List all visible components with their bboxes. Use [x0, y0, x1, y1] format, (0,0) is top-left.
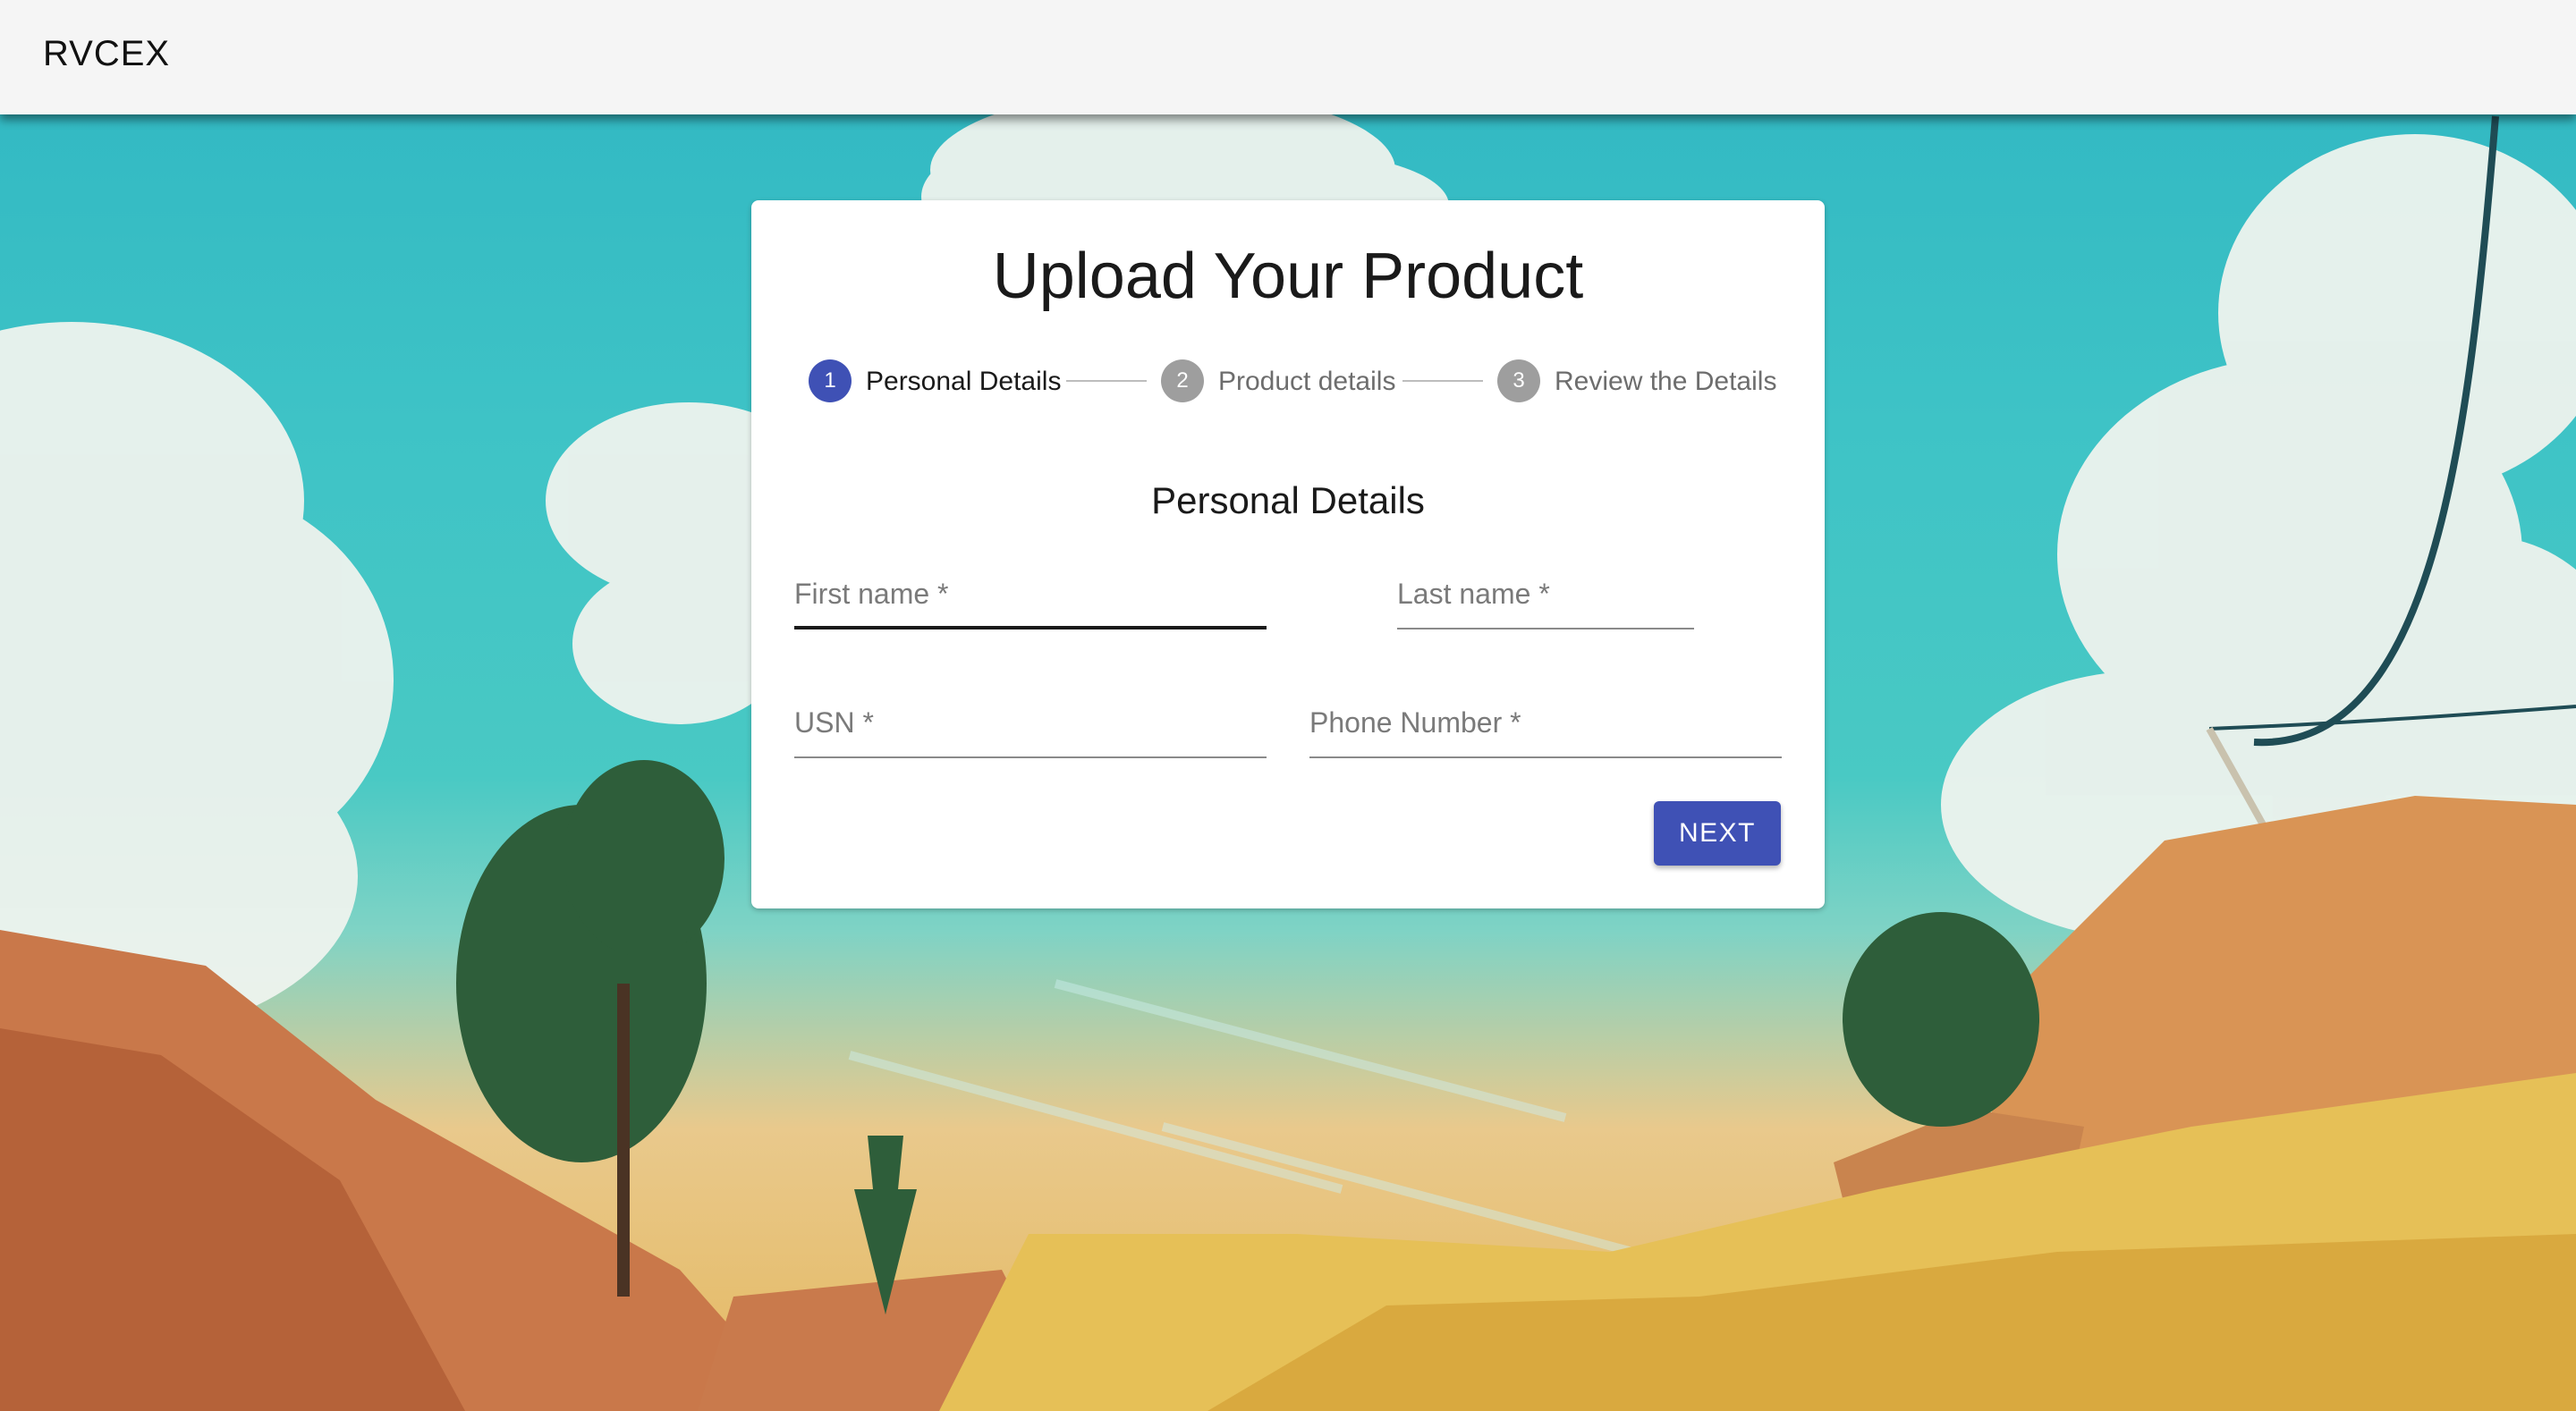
- last-name-input[interactable]: [1397, 565, 1694, 622]
- step-2-circle[interactable]: 2: [1161, 359, 1204, 402]
- step-1-number: 1: [824, 368, 836, 393]
- step-3-number: 3: [1513, 368, 1525, 393]
- step-1-label[interactable]: Personal Details: [866, 367, 1061, 397]
- first-name-input[interactable]: [794, 565, 1267, 622]
- usn-input[interactable]: [794, 694, 1267, 751]
- step-3-circle[interactable]: 3: [1497, 359, 1540, 402]
- section-title: Personal Details: [1151, 479, 1425, 521]
- step-1-circle[interactable]: 1: [809, 359, 852, 402]
- upload-card: Upload Your Product 1 Personal Details 2…: [751, 200, 1825, 908]
- first-name-underline: [794, 626, 1267, 629]
- step-2-label[interactable]: Product details: [1218, 367, 1395, 397]
- step-connector-2: [1402, 380, 1483, 382]
- page: RVCEX Upload Your Product 1 Personal Det…: [0, 0, 2576, 1411]
- step-2-number: 2: [1176, 368, 1189, 393]
- phone-number-underline: [1309, 756, 1782, 758]
- app-bar: RVCEX: [0, 0, 2576, 114]
- brand-title[interactable]: RVCEX: [43, 34, 170, 74]
- step-connector-1: [1066, 380, 1147, 382]
- last-name-field[interactable]: Last name *: [1397, 565, 1694, 629]
- step-3-label[interactable]: Review the Details: [1555, 367, 1776, 397]
- next-button[interactable]: NEXT: [1654, 801, 1781, 866]
- usn-field[interactable]: USN *: [794, 694, 1267, 758]
- card-title: Upload Your Product: [992, 241, 1584, 312]
- phone-number-input[interactable]: [1309, 694, 1782, 751]
- first-name-field[interactable]: First name *: [794, 565, 1267, 629]
- usn-underline: [794, 756, 1267, 758]
- phone-number-field[interactable]: Phone Number *: [1309, 694, 1782, 758]
- last-name-underline: [1397, 628, 1694, 629]
